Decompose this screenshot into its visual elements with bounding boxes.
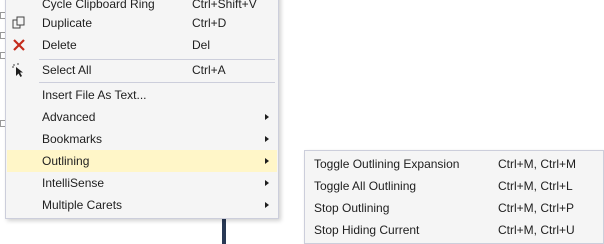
menu-item-label: Bookmarks (42, 132, 103, 146)
outlining-submenu: Toggle Outlining Expansion Ctrl+M, Ctrl+… (304, 150, 604, 244)
menu-item-label: Duplicate (42, 16, 93, 30)
submenu-item-shortcut: Ctrl+M, Ctrl+M (498, 157, 576, 171)
menu-item-label: Insert File As Text... (42, 88, 147, 102)
menu-item-duplicate[interactable]: Duplicate Ctrl+D (7, 12, 277, 34)
submenu-item-shortcut: Ctrl+M, Ctrl+P (498, 201, 575, 215)
menu-item-shortcut: Ctrl+A (192, 63, 226, 77)
menu-item-label: Delete (42, 38, 77, 52)
submenu-item-label: Stop Outlining (314, 201, 390, 215)
menu-item-intellisense[interactable]: IntelliSense (7, 172, 277, 194)
submenu-item-shortcut: Ctrl+M, Ctrl+U (498, 223, 575, 237)
menu-item-select-all[interactable]: Select All Ctrl+A (7, 59, 277, 81)
menu-item-multiple-carets[interactable]: Multiple Carets (7, 194, 277, 216)
context-menu: Cycle Clipboard Ring Ctrl+Shift+V Duplic… (5, 0, 279, 219)
menu-item-label: IntelliSense (42, 176, 105, 190)
menu-item-label: Outlining (42, 154, 90, 168)
menu-item-label: Select All (42, 63, 92, 77)
menu-item-advanced[interactable]: Advanced (7, 106, 277, 128)
submenu-arrow-icon (265, 180, 269, 186)
menu-item-bookmarks[interactable]: Bookmarks (7, 128, 277, 150)
menu-item-outlining[interactable]: Outlining (7, 150, 277, 172)
submenu-arrow-icon (265, 114, 269, 120)
submenu-arrow-icon (265, 202, 269, 208)
menu-item-shortcut: Ctrl+D (192, 16, 227, 30)
submenu-item-label: Stop Hiding Current (314, 223, 420, 237)
submenu-arrow-icon (265, 136, 269, 142)
menu-item-shortcut: Del (192, 38, 211, 52)
submenu-arrow-icon (265, 158, 269, 164)
submenu-item-label: Toggle Outlining Expansion (314, 157, 460, 171)
menu-item-label: Multiple Carets (42, 198, 123, 212)
menu-item-delete[interactable]: Delete Del (7, 34, 277, 56)
submenu-item-stop-outlining[interactable]: Stop Outlining Ctrl+M, Ctrl+P (306, 197, 602, 219)
menu-item-insert-file-as-text[interactable]: Insert File As Text... (7, 84, 277, 106)
submenu-item-stop-hiding-current[interactable]: Stop Hiding Current Ctrl+M, Ctrl+U (306, 219, 602, 241)
submenu-item-toggle-all-outlining[interactable]: Toggle All Outlining Ctrl+M, Ctrl+L (306, 175, 602, 197)
submenu-item-shortcut: Ctrl+M, Ctrl+L (498, 179, 573, 193)
select-all-icon (11, 62, 27, 78)
menu-separator (39, 82, 275, 83)
submenu-item-toggle-outlining-expansion[interactable]: Toggle Outlining Expansion Ctrl+M, Ctrl+… (306, 153, 602, 175)
duplicate-icon (11, 15, 27, 31)
menu-item-label: Advanced (42, 110, 96, 124)
submenu-item-label: Toggle All Outlining (314, 179, 417, 193)
delete-icon (11, 37, 27, 53)
